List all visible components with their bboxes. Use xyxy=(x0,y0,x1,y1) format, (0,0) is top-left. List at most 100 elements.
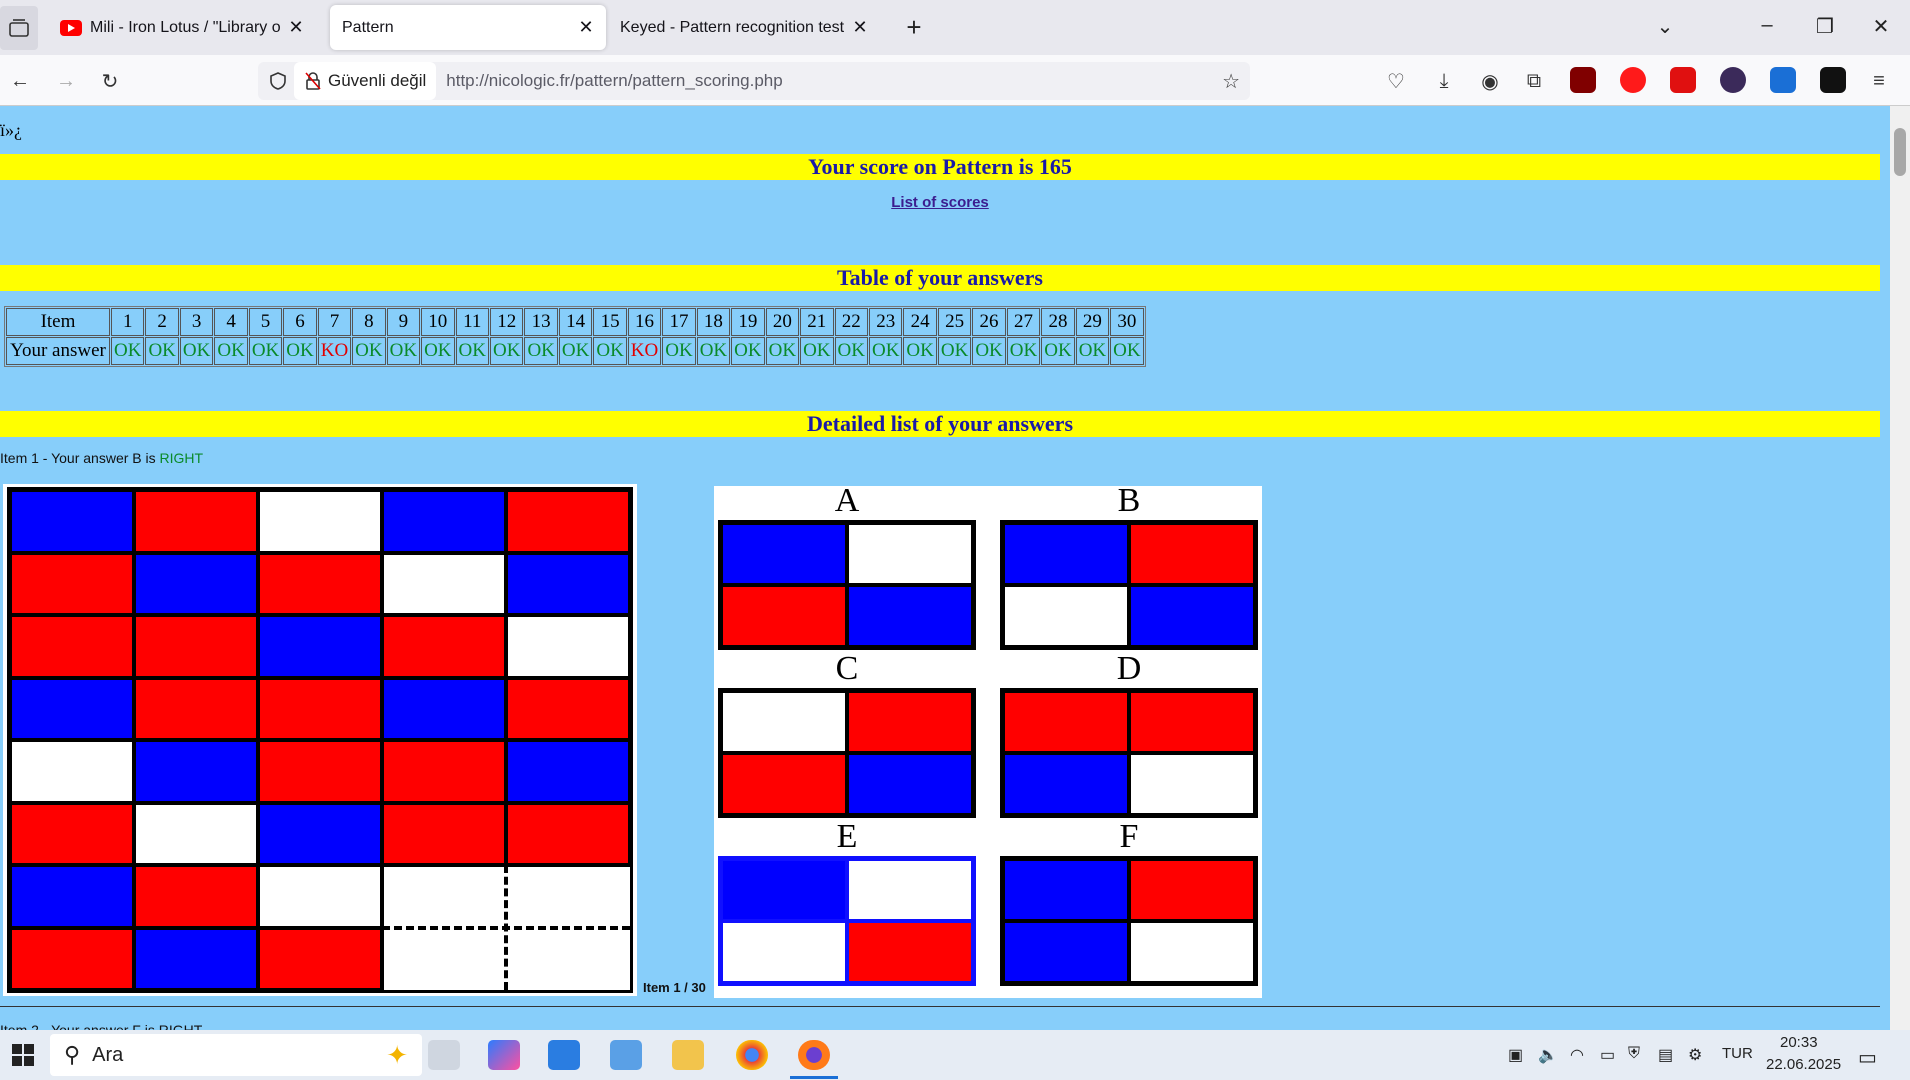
option-letter-e: E xyxy=(836,818,858,855)
option-d[interactable] xyxy=(1000,688,1258,818)
answer-cell: OK xyxy=(800,337,834,365)
clock-date[interactable]: 22.06.2025 xyxy=(1766,1056,1841,1073)
pocket-icon[interactable]: ♡ xyxy=(1382,67,1410,95)
result-right: RIGHT xyxy=(159,450,204,466)
translate-extension-icon[interactable] xyxy=(1770,67,1796,93)
answer-cell: OK xyxy=(421,337,455,365)
url-bar[interactable]: Güvenli değil http://nicologic.fr/patter… xyxy=(258,62,1250,100)
answer-cell: OK xyxy=(283,337,317,365)
adblock-icon[interactable] xyxy=(1620,67,1646,93)
grid-cell xyxy=(10,740,134,803)
table-row: Item 1 2 3 4 5 6 7 8 9 10 11 12 13 14 15 16 17 18 19 20 21 22… xyxy=(6,308,1144,336)
answer-cell: OK xyxy=(593,337,627,365)
restore-icon[interactable]: ❐ xyxy=(1810,14,1840,39)
answer-cell: OK xyxy=(386,337,421,365)
table-row: Your answer OK OK OK OK OK OK KO OK OK OK OK OK OK OK… xyxy=(6,337,1144,365)
option-e[interactable] xyxy=(718,856,976,986)
nvidia-tray-icon[interactable]: ▣ xyxy=(1508,1045,1523,1065)
copilot-sparkle-icon: ✦ xyxy=(386,1039,408,1070)
dislike-extension-icon[interactable] xyxy=(1670,67,1696,93)
grid-cell xyxy=(10,615,134,678)
next-item-label: Item 2 - Your answer F is RIGHT xyxy=(0,1022,203,1030)
answer-cell: OK xyxy=(558,337,593,365)
menu-icon[interactable]: ≡ xyxy=(1865,67,1893,95)
taskbar-search[interactable]: ⚲ Ara ✦ xyxy=(50,1034,422,1076)
volume-icon[interactable]: 🔈 xyxy=(1538,1045,1558,1065)
option-a[interactable] xyxy=(718,520,976,650)
tab-pattern[interactable]: Pattern ✕ xyxy=(330,5,606,50)
extensions-icon[interactable]: ⧉ xyxy=(1520,67,1548,95)
browser-chrome: Mili - Iron Lotus / "Library of Ru ✕ Pat… xyxy=(0,0,1910,106)
chrome-icon[interactable] xyxy=(736,1040,768,1070)
close-tab-icon[interactable]: ✕ xyxy=(852,17,868,38)
security-tray-icon[interactable]: ⛨ xyxy=(1628,1045,1640,1063)
answer-cell: OK xyxy=(455,337,489,365)
separator xyxy=(0,1006,1880,1007)
answer-cell: OK xyxy=(111,337,145,365)
ublock-icon[interactable] xyxy=(1570,67,1596,93)
missing-block-dash xyxy=(504,865,508,990)
grid-cell xyxy=(10,802,134,865)
close-tab-icon[interactable]: ✕ xyxy=(288,17,304,38)
list-of-scores-link[interactable]: List of scores xyxy=(0,194,1880,211)
item-number-cell: 27 xyxy=(1006,308,1041,336)
item-number-cell: 23 xyxy=(868,308,903,336)
tab-overflow-icon[interactable]: ⌄ xyxy=(1650,14,1680,39)
item-number-cell: 19 xyxy=(731,308,765,336)
answer-cell: OK xyxy=(1041,337,1075,365)
item-number-cell: 2 xyxy=(145,308,179,336)
bookmark-star-icon[interactable]: ☆ xyxy=(1222,69,1240,94)
option-quadrant xyxy=(721,523,847,585)
extension-dark-icon[interactable] xyxy=(1820,67,1846,93)
download-icon[interactable]: ⤓ xyxy=(1430,67,1458,95)
option-f[interactable] xyxy=(1000,856,1258,986)
option-quadrant xyxy=(847,859,973,921)
answers-table: Item 1 2 3 4 5 6 7 8 9 10 11 12 13 14 15 16 17 18 19 20 21 22… xyxy=(4,306,1146,367)
back-icon[interactable]: ← xyxy=(6,67,34,95)
language-indicator[interactable]: TUR xyxy=(1722,1045,1753,1062)
answer-cell: OK xyxy=(731,337,765,365)
minimize-icon[interactable]: – xyxy=(1752,14,1782,37)
option-quadrant xyxy=(1003,921,1129,983)
grid-cell xyxy=(506,927,630,990)
new-tab-button[interactable]: + xyxy=(899,12,929,43)
clock-time[interactable]: 20:33 xyxy=(1780,1034,1818,1051)
steam-icon[interactable]: ⚙ xyxy=(1688,1045,1702,1065)
file-explorer-icon[interactable] xyxy=(672,1040,704,1070)
battery-icon[interactable]: ▭ xyxy=(1600,1045,1615,1065)
page-scrollbar[interactable] xyxy=(1890,106,1910,1030)
forward-icon[interactable]: → xyxy=(52,67,80,95)
account-icon[interactable]: ◉ xyxy=(1476,67,1504,95)
extension-circle-icon[interactable] xyxy=(1720,67,1746,93)
tab-keyed[interactable]: Keyed - Pattern recognition test | Sc ✕ xyxy=(608,5,880,50)
option-letter-c: C xyxy=(835,650,859,687)
answer-cell: OK xyxy=(489,337,524,365)
shield-icon[interactable] xyxy=(268,71,288,91)
item-counter: Item 1 / 30 xyxy=(643,980,706,995)
option-letter-a: A xyxy=(834,482,860,519)
tray-app-icon[interactable]: ▤ xyxy=(1658,1045,1673,1065)
item-number-cell: 10 xyxy=(421,308,455,336)
store-icon[interactable] xyxy=(548,1040,580,1070)
copilot-icon[interactable] xyxy=(488,1040,520,1070)
notifications-icon[interactable]: ▭ xyxy=(1858,1045,1877,1070)
wifi-icon[interactable]: ◠ xyxy=(1570,1045,1584,1065)
tab-youtube[interactable]: Mili - Iron Lotus / "Library of Ru ✕ xyxy=(48,5,316,50)
item-number-cell: 8 xyxy=(352,308,386,336)
web-page: ï»¿ Your score on Pattern is 165 List of… xyxy=(0,106,1890,1030)
task-view-icon[interactable] xyxy=(428,1040,460,1070)
security-indicator[interactable]: Güvenli değil xyxy=(294,62,437,100)
close-tab-icon[interactable]: ✕ xyxy=(578,17,594,38)
reload-icon[interactable]: ↻ xyxy=(96,67,124,95)
grid-cell xyxy=(10,865,134,928)
app-icon[interactable] xyxy=(610,1040,642,1070)
option-c[interactable] xyxy=(718,688,976,818)
close-window-icon[interactable]: ✕ xyxy=(1866,14,1896,39)
firefox-icon[interactable] xyxy=(798,1040,830,1070)
option-b[interactable] xyxy=(1000,520,1258,650)
option-quadrant xyxy=(847,753,973,815)
scrollbar-thumb[interactable] xyxy=(1894,128,1906,176)
answer-cell: OK xyxy=(696,337,731,365)
windows-start-icon[interactable] xyxy=(12,1044,34,1066)
tab-list-button[interactable] xyxy=(0,6,38,50)
